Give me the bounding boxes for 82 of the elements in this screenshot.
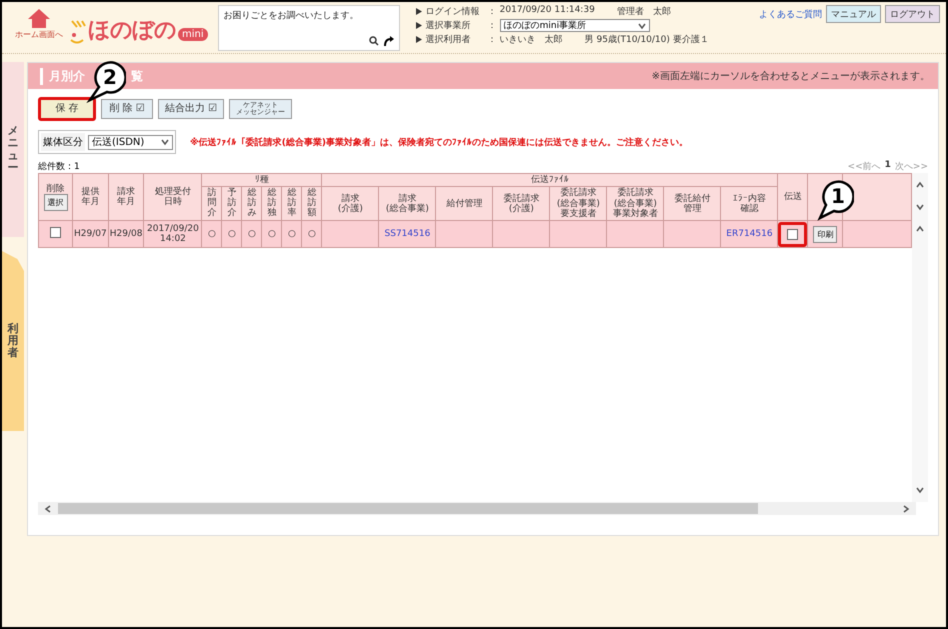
logo-text: ほのぼの (88, 17, 176, 45)
home-link[interactable]: ホーム画面へ (15, 29, 63, 40)
info-value: 男 95歳(T10/10/10) 要介護１ (584, 34, 709, 46)
logo-badge: mini (178, 28, 208, 41)
column-header: 請求 (介護) (338, 194, 363, 214)
group-header: 伝送ﾌｧｲﾙ (322, 174, 778, 187)
table-cell: ○ (222, 220, 242, 248)
bullet-icon (416, 8, 422, 15)
info-value: 2017/09/20 11:14:39 (500, 5, 595, 17)
logout-button[interactable]: ログアウト (885, 5, 940, 23)
warning-text: ※伝送ﾌｧｲﾙ「委託請求(総合事業)事業対象者」は、保険者宛てのﾌｧｲﾙのため国保連には伝送できません。ご注意ください。 (190, 136, 688, 148)
checkbox[interactable] (50, 227, 61, 238)
table-cell: ○ (302, 220, 322, 248)
column-header: 総訪独 (262, 186, 282, 221)
column-header: 総訪額 (302, 186, 322, 221)
column-header: 委託請求 (介護) (503, 194, 540, 214)
toolbar-button[interactable]: 保 存 (38, 97, 96, 121)
total-count: 総件数：1 (38, 160, 80, 173)
column-header: 委託給付管理 (674, 194, 712, 214)
column-header: ｴﾗｰ内容確認 (732, 194, 767, 214)
column-header: 提供年月 (80, 186, 100, 208)
table-cell: H29/08 (108, 220, 144, 248)
column-header: 総訪率 (282, 186, 302, 221)
toolbar-button[interactable]: 削 除 ☑ (101, 99, 153, 119)
column-header: 伝送 (778, 174, 808, 221)
scroll-down-icon[interactable] (916, 486, 924, 494)
column-header: 給付管理 (446, 198, 482, 210)
table-cell: ○ (242, 220, 262, 248)
info-colon: ： (488, 20, 498, 32)
info-label: 選択利用者 (426, 34, 472, 46)
info-value: いきいき 太郎 (500, 34, 563, 46)
info-colon: ： (488, 6, 498, 18)
chevron-down-icon[interactable] (161, 138, 169, 146)
column-header: 請求 (総合事業) (386, 194, 429, 214)
info-label: ログイン情報 (426, 6, 481, 18)
scroll-down-icon[interactable] (916, 203, 924, 211)
chevron-down-icon[interactable] (638, 22, 646, 30)
table-cell: ○ (202, 220, 222, 248)
page-number[interactable]: 1 (884, 160, 891, 173)
scroll-right-icon[interactable] (902, 504, 910, 512)
info-colon: ： (488, 34, 498, 46)
user-tab[interactable]: 利用者 (2, 251, 24, 431)
media-select[interactable]: 伝送(ISDN) (88, 134, 173, 150)
redo-arrow-icon[interactable] (382, 36, 394, 47)
office-select[interactable]: ほのぼのmini事業所 (500, 19, 650, 32)
column-header: 予訪介 (222, 186, 242, 221)
column-header: 訪問介 (202, 186, 222, 221)
table-cell: H29/07 (72, 220, 108, 248)
search-icon[interactable] (368, 36, 379, 46)
manual-button[interactable]: マニュアル (826, 5, 881, 23)
table-cell: ○ (282, 220, 302, 248)
menu-tab[interactable]: メニュー (2, 62, 24, 237)
page-title: 月別介 (40, 68, 85, 84)
faq-link[interactable]: よくあるご質問 (759, 8, 822, 20)
scroll-up-icon[interactable] (916, 181, 924, 189)
table-cell: 2017/09/20 14:02 (144, 220, 202, 248)
group-header: ﾘ種 (202, 174, 322, 187)
logo-icon (68, 19, 86, 45)
bullet-icon (416, 36, 422, 43)
home-icon[interactable] (26, 7, 52, 29)
table-cell: ○ (262, 220, 282, 248)
print-button[interactable]: 印刷 (813, 226, 838, 243)
horizontal-scrollbar[interactable] (38, 502, 916, 515)
media-label: 媒体区分 (41, 133, 85, 151)
search-field[interactable]: お困りごとをお調べいたします。 (218, 5, 400, 51)
scroll-up-icon[interactable] (916, 225, 924, 233)
column-header: 請求年月 (116, 186, 136, 208)
notice-text: ※画面左端にカーソルを合わせるとメニューが表示されます。 (652, 70, 930, 83)
select-button[interactable]: 選択 (44, 194, 68, 211)
info-label: 選択事業所 (426, 20, 472, 32)
callout: 2 (86, 59, 126, 103)
column-header: 委託請求 (総合事業) 事業対象者 (612, 188, 658, 220)
info-value: 管理者 太郎 (616, 6, 671, 18)
toolbar-button[interactable]: 結合出力 ☑ (158, 99, 224, 119)
checkbox[interactable] (787, 228, 798, 240)
bullet-icon (416, 22, 422, 29)
column-header: 削除 選択 (38, 174, 72, 221)
column-header: 処理受付日時 (154, 186, 192, 208)
page-title: 覧 (131, 68, 143, 84)
column-header: 委託請求 (総合事業) 要支援者 (556, 188, 600, 220)
scroll-left-icon[interactable] (44, 504, 52, 512)
column-header: 総訪み (242, 186, 262, 221)
